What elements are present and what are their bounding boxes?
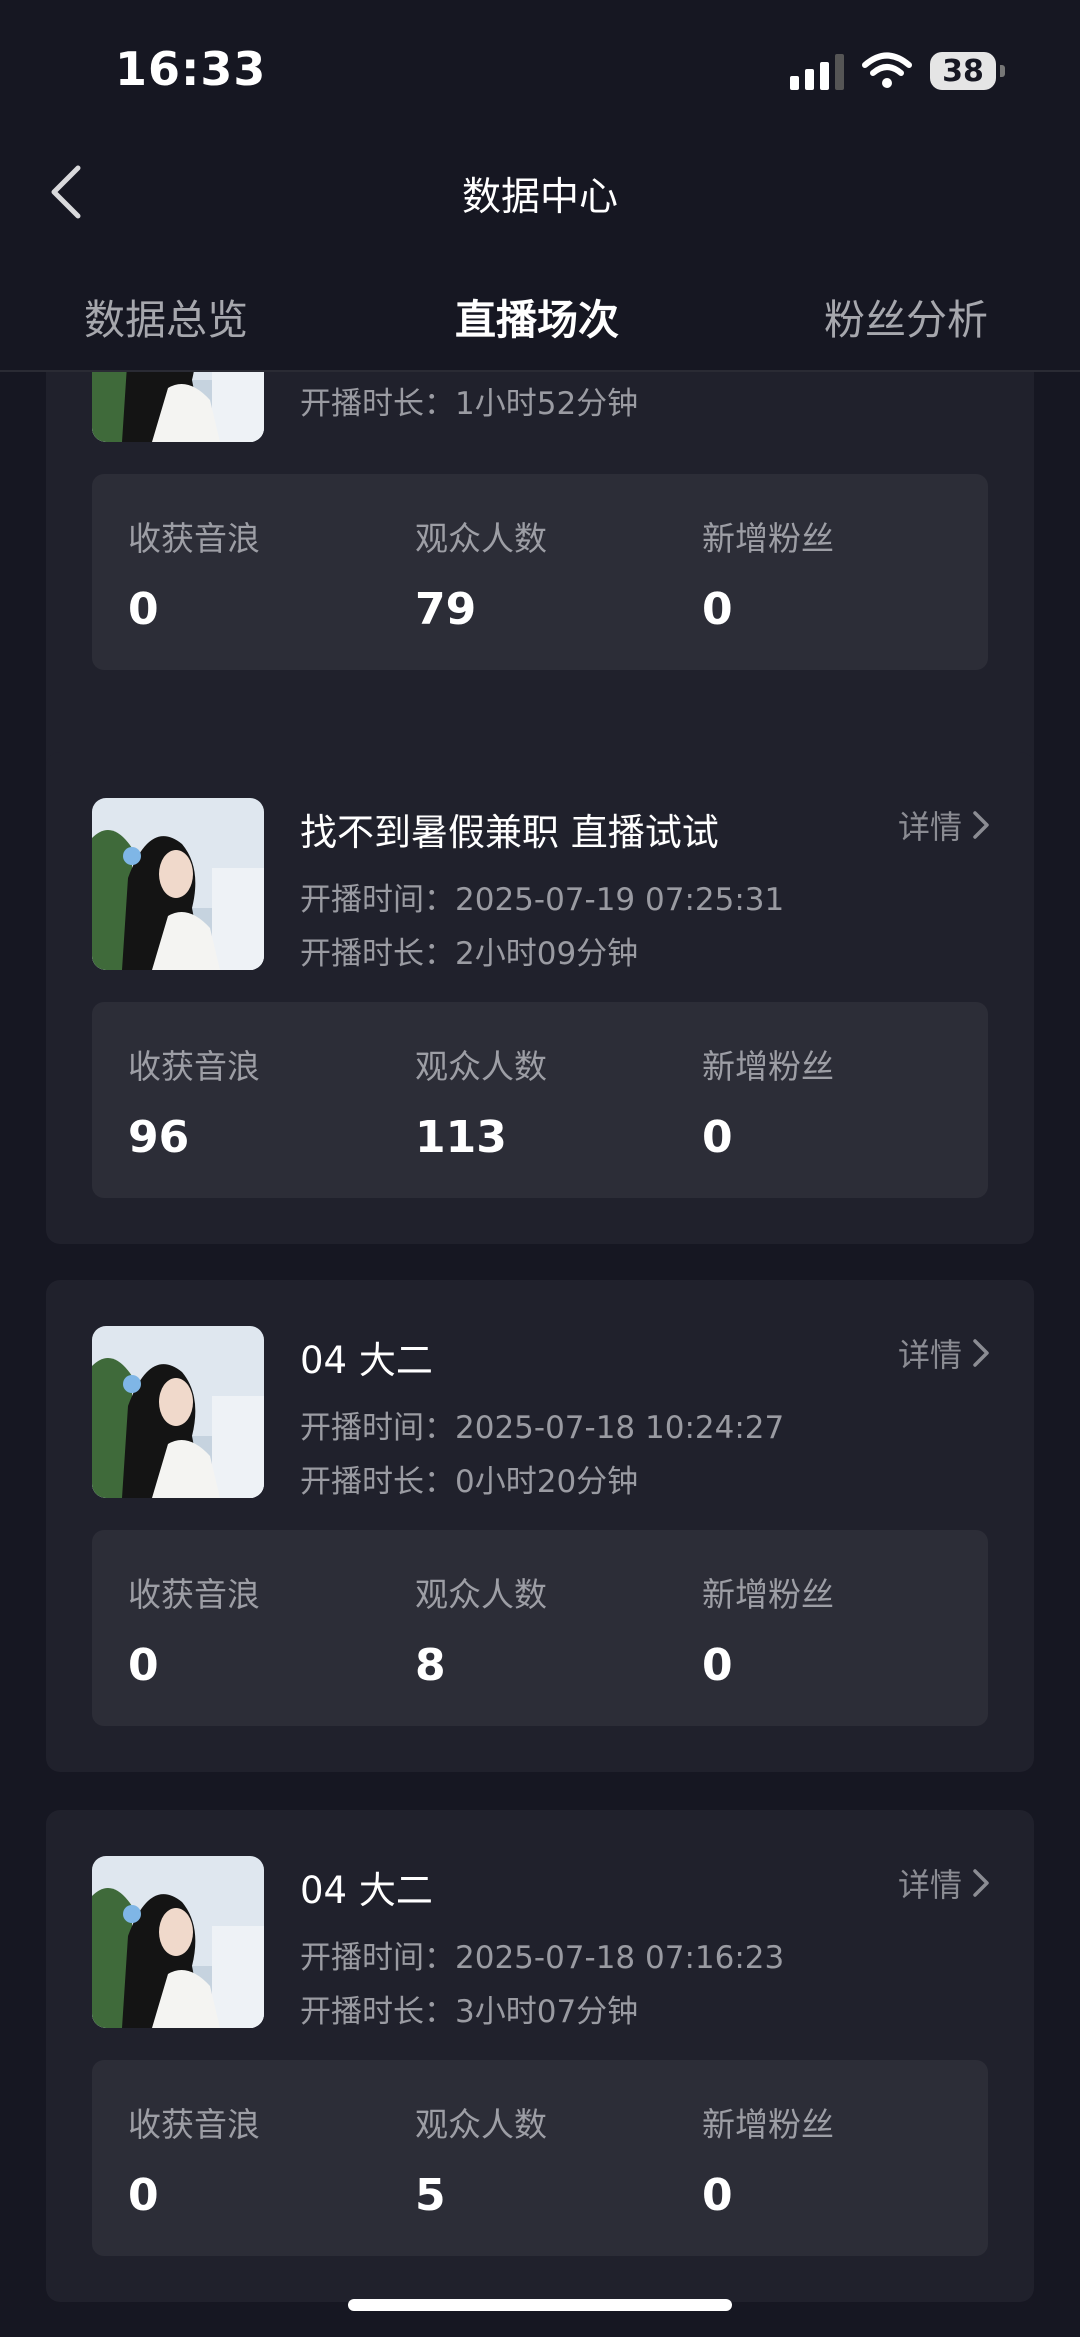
detail-label: 详情	[897, 1866, 962, 1904]
stat-new-fans: 新增粉丝 0	[702, 2098, 834, 2221]
stat-value: 0	[702, 1640, 733, 1691]
session-thumbnail	[92, 1856, 264, 2028]
stat-viewers: 观众人数 8	[415, 1568, 547, 1691]
session-stats: 收获音浪 0 观众人数 5 新增粉丝 0	[92, 2060, 988, 2256]
stat-value: 79	[415, 584, 477, 635]
stat-label: 新增粉丝	[702, 2105, 834, 2144]
status-bar: 16:33 38	[0, 0, 1080, 130]
stat-value: 0	[128, 584, 159, 635]
battery-level: 38	[930, 52, 996, 90]
stat-viewers: 观众人数 5	[415, 2098, 547, 2221]
detail-link[interactable]: 详情	[898, 1330, 990, 1376]
stat-new-fans: 新增粉丝 0	[702, 1568, 834, 1691]
session-start-time: 开播时间：2025-07-18 07:16:23	[300, 1940, 785, 1976]
session-start-time: 开播时间：2025-07-19 07:25:31	[300, 882, 785, 918]
session-stats: 收获音浪 0 观众人数 79 新增粉丝 0	[92, 474, 988, 670]
stat-value: 0	[702, 584, 733, 635]
session-title: 找不到暑假兼职 直播试试	[300, 811, 719, 854]
stat-label: 观众人数	[415, 1047, 547, 1086]
detail-label: 详情	[897, 808, 962, 846]
stat-value: 8	[415, 1640, 446, 1691]
stat-label: 观众人数	[415, 2105, 547, 2144]
stat-label: 新增粉丝	[702, 1047, 834, 1086]
stat-sound-waves: 收获音浪 0	[128, 1568, 260, 1691]
stat-new-fans: 新增粉丝 0	[702, 512, 834, 635]
detail-link[interactable]: 详情	[898, 1860, 990, 1906]
stat-label: 收获音浪	[128, 519, 260, 558]
battery-icon: 38	[930, 52, 1006, 90]
stat-viewers: 观众人数 113	[415, 1040, 547, 1163]
session-title: 04 大二	[300, 1869, 433, 1912]
home-indicator[interactable]	[348, 2299, 732, 2311]
stat-sound-waves: 收获音浪 0	[128, 2098, 260, 2221]
tab-fan-analysis[interactable]: 粉丝分析	[824, 286, 988, 346]
session-card[interactable]: 04 大二 详情 开播时间：2025-07-18 07:16:23 开播时长：3…	[46, 1810, 1034, 2302]
session-card[interactable]: 找不到暑假兼职 直播试试 详情 开播时间：2025-07-19 07:25:31…	[46, 752, 1034, 1244]
stat-value: 0	[702, 1112, 733, 1163]
stat-label: 新增粉丝	[702, 519, 834, 558]
chevron-right-icon	[973, 811, 989, 839]
wifi-icon	[862, 52, 912, 88]
page-title: 数据中心	[461, 175, 618, 220]
session-start-time: 开播时间：2025-07-18 10:24:27	[300, 1410, 785, 1446]
tab-bar: 数据总览 直播场次 粉丝分析	[0, 280, 1080, 370]
session-stats: 收获音浪 96 观众人数 113 新增粉丝 0	[92, 1002, 988, 1198]
chevron-right-icon	[973, 1869, 989, 1897]
detail-link[interactable]: 详情	[898, 802, 990, 848]
tab-live-sessions[interactable]: 直播场次	[455, 286, 619, 346]
stat-value: 5	[415, 2170, 446, 2221]
status-time: 16:33	[115, 42, 267, 96]
stat-label: 收获音浪	[128, 1047, 260, 1086]
stat-value: 113	[415, 1112, 507, 1163]
stat-sound-waves: 收获音浪 0	[128, 512, 260, 635]
stat-label: 新增粉丝	[702, 1575, 834, 1614]
tab-overview[interactable]: 数据总览	[84, 286, 248, 346]
session-duration: 开播时长：3小时07分钟	[300, 1994, 639, 2030]
chevron-right-icon	[973, 1339, 989, 1367]
session-duration: 开播时长：1小时52分钟	[300, 386, 639, 422]
stat-viewers: 观众人数 79	[415, 512, 547, 635]
session-duration: 开播时长：2小时09分钟	[300, 936, 639, 972]
stat-value: 0	[702, 2170, 733, 2221]
session-title: 04 大二	[300, 1339, 433, 1382]
stat-label: 收获音浪	[128, 2105, 260, 2144]
session-thumbnail	[92, 1326, 264, 1498]
stat-new-fans: 新增粉丝 0	[702, 1040, 834, 1163]
stat-value: 0	[128, 1640, 159, 1691]
session-stats: 收获音浪 0 观众人数 8 新增粉丝 0	[92, 1530, 988, 1726]
stat-label: 收获音浪	[128, 1575, 260, 1614]
session-thumbnail	[92, 798, 264, 970]
detail-label: 详情	[897, 1336, 962, 1374]
session-duration: 开播时长：0小时20分钟	[300, 1464, 639, 1500]
session-thumbnail	[92, 372, 264, 442]
session-card[interactable]: 04 大二 详情 开播时间：2025-07-18 10:24:27 开播时长：0…	[46, 1280, 1034, 1772]
stat-sound-waves: 收获音浪 96	[128, 1040, 260, 1163]
stat-value: 0	[128, 2170, 159, 2221]
stat-label: 观众人数	[415, 1575, 547, 1614]
stat-label: 观众人数	[415, 519, 547, 558]
cellular-signal-icon	[790, 54, 844, 90]
stat-value: 96	[128, 1112, 190, 1163]
session-list[interactable]: 开播时长：1小时52分钟 收获音浪 0 观众人数 79 新增粉丝 0 找不到暑假…	[0, 372, 1080, 2337]
